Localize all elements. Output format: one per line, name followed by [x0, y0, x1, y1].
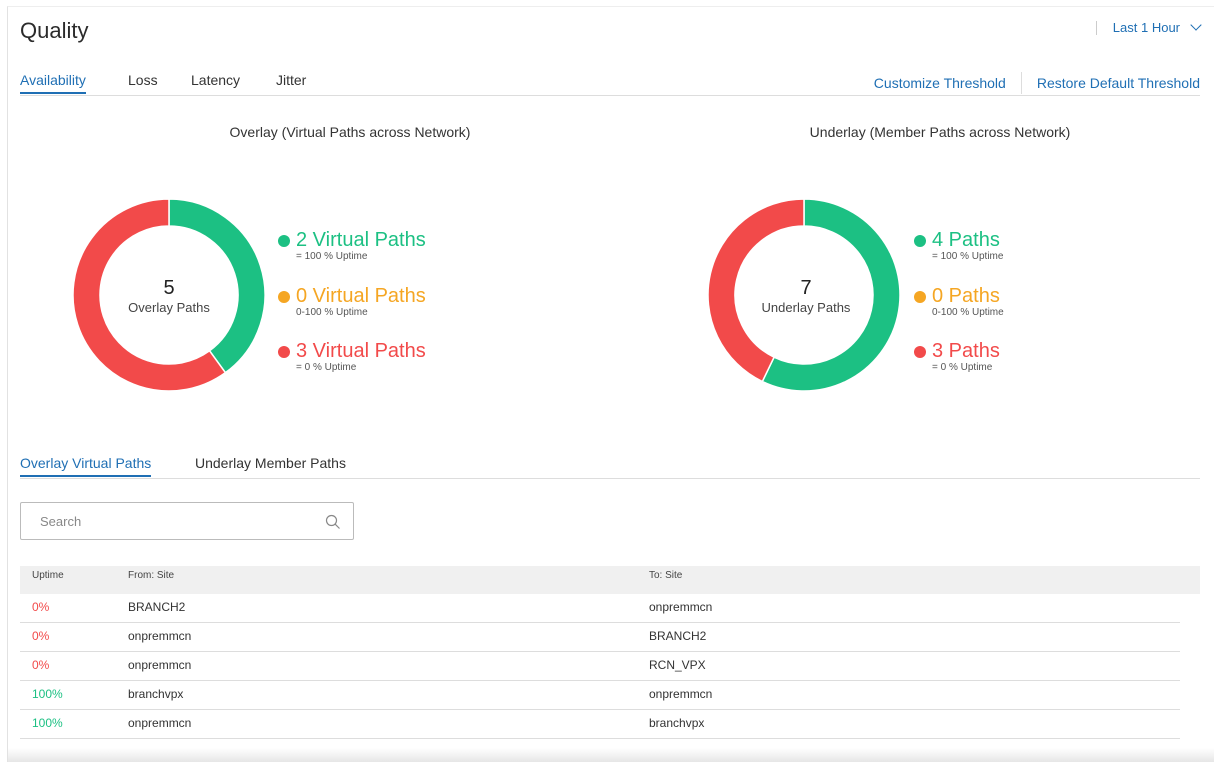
- legend-sublabel: 0-100 % Uptime: [296, 307, 368, 318]
- legend-sublabel: = 100 % Uptime: [932, 251, 1004, 262]
- to-site-cell: onpremmcn: [649, 687, 713, 701]
- bottom-shadow: [8, 748, 1214, 762]
- tab-underlay-member-paths[interactable]: Underlay Member Paths: [195, 455, 346, 475]
- time-range-select[interactable]: Last 1 Hour: [1095, 19, 1202, 35]
- underlay-total-label: Underlay Paths: [761, 300, 851, 315]
- restore-default-threshold-link[interactable]: Restore Default Threshold: [1037, 75, 1200, 91]
- tab-overlay-virtual-paths[interactable]: Overlay Virtual Paths: [20, 455, 152, 477]
- to-site-cell: onpremmcn: [649, 600, 713, 614]
- legend-label: 2 Virtual Paths: [296, 229, 426, 251]
- legend-sublabel: = 100 % Uptime: [296, 251, 368, 262]
- to-site-cell: BRANCH2: [649, 629, 707, 643]
- paths-table: Uptime From: Site To: Site 0% BRANCH2 on…: [20, 566, 1200, 739]
- legend-label: 0 Virtual Paths: [296, 285, 426, 307]
- overlay-total-label: Overlay Paths: [128, 300, 210, 315]
- from-site-cell: onpremmcn: [128, 716, 192, 730]
- legend-label: 0 Paths: [932, 285, 1000, 307]
- red-dot-icon: [914, 345, 926, 358]
- chevron-down-icon: [1190, 19, 1202, 31]
- overlay-legend-zero-uptime: 3 Virtual Paths = 0 % Uptime: [278, 340, 426, 373]
- overlay-legend-full-uptime: 2 Virtual Paths = 100 % Uptime: [278, 229, 426, 262]
- column-header-to-site[interactable]: To: Site: [649, 570, 682, 581]
- to-site-cell: branchvpx: [649, 716, 705, 730]
- separator: [1095, 20, 1097, 35]
- uptime-cell: 100%: [32, 687, 63, 701]
- search-input[interactable]: [21, 503, 353, 539]
- underlay-total-number: 7: [800, 277, 812, 299]
- path-tabs: Overlay Virtual Paths Underlay Member Pa…: [20, 455, 1200, 479]
- from-site-cell: onpremmcn: [128, 629, 192, 643]
- tab-latency[interactable]: Latency: [191, 72, 240, 92]
- threshold-actions: Customize Threshold Restore Default Thre…: [874, 72, 1200, 94]
- table-body: 0% BRANCH2 onpremmcn 0% onpremmcn BRANCH…: [20, 594, 1200, 739]
- overlay-total-number: 5: [163, 277, 175, 299]
- table-row[interactable]: 100% onpremmcn branchvpx: [20, 710, 1180, 739]
- customize-threshold-link[interactable]: Customize Threshold: [874, 75, 1006, 91]
- orange-dot-icon: [914, 290, 926, 303]
- uptime-cell: 0%: [32, 600, 50, 614]
- underlay-legend-full-uptime: 4 Paths = 100 % Uptime: [914, 229, 1003, 262]
- column-header-uptime[interactable]: Uptime: [32, 570, 64, 581]
- table-row[interactable]: 0% onpremmcn BRANCH2: [20, 623, 1180, 652]
- overlay-total: 5 Overlay Paths: [99, 278, 239, 315]
- column-header-from-site[interactable]: From: Site: [128, 570, 174, 581]
- green-dot-icon: [278, 234, 290, 247]
- divider: [1020, 72, 1022, 94]
- from-site-cell: BRANCH2: [128, 600, 186, 614]
- legend-sublabel: = 0 % Uptime: [932, 362, 993, 373]
- page-title: Quality: [20, 18, 89, 43]
- uptime-cell: 0%: [32, 658, 50, 672]
- table-row[interactable]: 0% onpremmcn RCN_VPX: [20, 652, 1180, 681]
- table-header: Uptime From: Site To: Site: [20, 566, 1200, 594]
- from-site-cell: onpremmcn: [128, 658, 192, 672]
- to-site-cell: RCN_VPX: [649, 658, 706, 672]
- tab-loss[interactable]: Loss: [128, 72, 158, 92]
- orange-dot-icon: [278, 290, 290, 303]
- underlay-legend-partial-uptime: 0 Paths 0-100 % Uptime: [914, 285, 1004, 318]
- legend-label: 4 Paths: [932, 229, 1000, 251]
- legend-label: 3 Virtual Paths: [296, 340, 426, 362]
- red-dot-icon: [278, 345, 290, 358]
- underlay-legend-zero-uptime: 3 Paths = 0 % Uptime: [914, 340, 1000, 373]
- legend-sublabel: = 0 % Uptime: [296, 362, 357, 373]
- overlay-legend-partial-uptime: 0 Virtual Paths 0-100 % Uptime: [278, 285, 426, 318]
- uptime-cell: 0%: [32, 629, 50, 643]
- tab-availability[interactable]: Availability: [20, 72, 86, 94]
- legend-sublabel: 0-100 % Uptime: [932, 307, 1004, 318]
- legend-label: 3 Paths: [932, 340, 1000, 362]
- table-row[interactable]: 0% BRANCH2 onpremmcn: [20, 594, 1180, 623]
- from-site-cell: branchvpx: [128, 687, 184, 701]
- search-icon[interactable]: [325, 514, 341, 530]
- time-range-label: Last 1 Hour: [1112, 20, 1180, 35]
- underlay-chart-title: Underlay (Member Paths across Network): [809, 124, 1071, 140]
- search-box: [20, 502, 354, 540]
- table-row[interactable]: 100% branchvpx onpremmcn: [20, 681, 1180, 710]
- uptime-cell: 100%: [32, 716, 63, 730]
- underlay-total: 7 Underlay Paths: [736, 278, 876, 315]
- metric-tabs: Availability Loss Latency Jitter Customi…: [20, 72, 1200, 96]
- tab-jitter[interactable]: Jitter: [276, 72, 306, 92]
- overlay-chart-title: Overlay (Virtual Paths across Network): [229, 124, 471, 140]
- green-dot-icon: [914, 234, 926, 247]
